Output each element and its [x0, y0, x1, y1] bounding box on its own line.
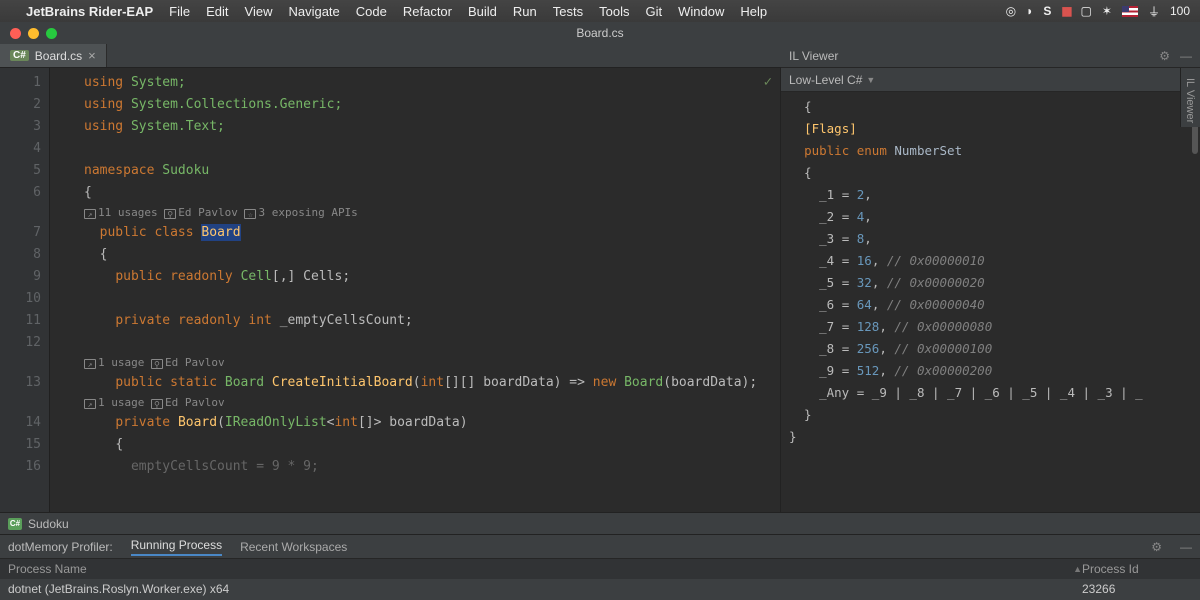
flag-icon[interactable] — [1122, 6, 1138, 17]
usage-icon[interactable]: ↗ — [84, 399, 96, 409]
minimize-window-icon[interactable] — [28, 28, 39, 39]
tab-board-cs[interactable]: C# Board.cs × — [0, 44, 107, 67]
il-viewer-panel: IL Viewer ⚙ — Low-Level C#▼ { [Flags] pu… — [780, 68, 1200, 512]
gear-icon[interactable]: ⚙ — [1151, 540, 1162, 554]
code-lines[interactable]: using System; using System.Collections.G… — [80, 68, 780, 512]
menu-file[interactable]: File — [169, 4, 190, 19]
profiler-label: dotMemory Profiler: — [8, 540, 113, 554]
menu-run[interactable]: Run — [513, 4, 537, 19]
api-icon[interactable]: ☆ — [244, 209, 256, 219]
status-icons: ◎ ◗ S ▮▮ ▢ ✶ ⏚ 100 — [1006, 3, 1190, 20]
close-tab-icon[interactable]: × — [88, 48, 96, 63]
close-window-icon[interactable] — [10, 28, 21, 39]
solution-name: Sudoku — [28, 517, 69, 531]
zoom-window-icon[interactable] — [46, 28, 57, 39]
app-name[interactable]: JetBrains Rider-EAP — [26, 4, 153, 19]
tab-recent-workspaces[interactable]: Recent Workspaces — [240, 540, 347, 554]
window-titlebar: Board.cs — [0, 22, 1200, 44]
menu-build[interactable]: Build — [468, 4, 497, 19]
solution-bar[interactable]: C# Sudoku — [0, 512, 1200, 534]
menu-navigate[interactable]: Navigate — [288, 4, 339, 19]
menu-window[interactable]: Window — [678, 4, 724, 19]
side-tool-tab[interactable]: IL Viewer — [1180, 68, 1200, 127]
wifi-icon[interactable]: ⏚ — [1148, 3, 1160, 20]
menu-view[interactable]: View — [245, 4, 273, 19]
il-code[interactable]: { [Flags] public enum NumberSet { _1 = 2… — [781, 92, 1200, 512]
target-icon[interactable]: ◎ — [1006, 4, 1016, 18]
author-icon[interactable]: ⚲ — [151, 359, 163, 369]
tab-running-process[interactable]: Running Process — [131, 538, 222, 556]
menu-code[interactable]: Code — [356, 4, 387, 19]
menu-refactor[interactable]: Refactor — [403, 4, 452, 19]
s-icon[interactable]: S — [1043, 4, 1051, 18]
il-viewer-title: IL Viewer — [789, 49, 1149, 63]
inspection-ok-icon[interactable]: ✓ — [764, 74, 772, 90]
pause-icon[interactable]: ▮▮ — [1061, 4, 1070, 18]
gear-icon[interactable]: ⚙ — [1159, 49, 1170, 63]
process-table-header[interactable]: Process Name▲ Process Id — [0, 559, 1200, 579]
menu-help[interactable]: Help — [740, 4, 767, 19]
macos-menubar: JetBrains Rider-EAP File Edit View Navig… — [0, 0, 1200, 22]
csharp-icon: C# — [10, 50, 29, 61]
moon-icon[interactable]: ◗ — [1026, 4, 1033, 18]
csharp-project-icon: C# — [8, 518, 22, 530]
il-mode-dropdown[interactable]: Low-Level C#▼ — [781, 68, 1200, 92]
minimize-panel-icon[interactable]: — — [1180, 540, 1192, 554]
usage-icon[interactable]: ↗ — [84, 359, 96, 369]
menu-git[interactable]: Git — [645, 4, 662, 19]
minimize-panel-icon[interactable]: — — [1180, 49, 1192, 63]
menu-tests[interactable]: Tests — [553, 4, 583, 19]
battery-percent: 100 — [1170, 4, 1190, 18]
author-icon[interactable]: ⚲ — [151, 399, 163, 409]
display-icon[interactable]: ▢ — [1081, 4, 1092, 18]
process-row[interactable]: dotnet (JetBrains.Roslyn.Worker.exe) x64… — [0, 579, 1200, 599]
author-icon[interactable]: ⚲ — [164, 209, 176, 219]
code-editor[interactable]: ✓ 1 2 3 4 5 6 7 8 9 10 11 12 13 14 15 — [0, 68, 780, 512]
menu-tools[interactable]: Tools — [599, 4, 629, 19]
menu-edit[interactable]: Edit — [206, 4, 228, 19]
fold-gutter — [50, 68, 80, 512]
usage-icon[interactable]: ↗ — [84, 209, 96, 219]
window-title: Board.cs — [576, 26, 623, 40]
tab-label: Board.cs — [35, 49, 82, 63]
line-gutter: 1 2 3 4 5 6 7 8 9 10 11 12 13 14 15 16 — [0, 68, 50, 512]
bluetooth-icon[interactable]: ✶ — [1102, 4, 1112, 18]
bottom-toolwindow: dotMemory Profiler: Running Process Rece… — [0, 534, 1200, 600]
